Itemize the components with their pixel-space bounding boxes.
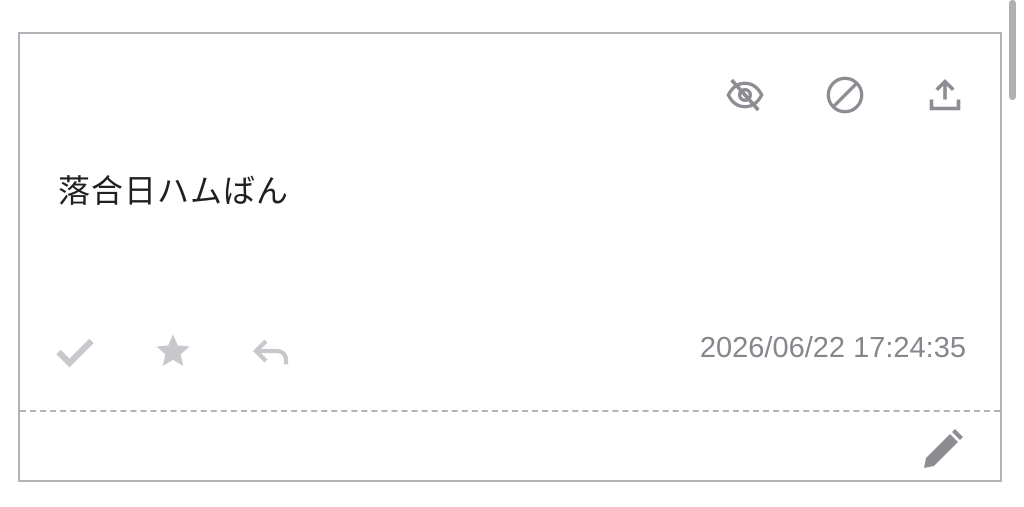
action-row	[54, 330, 292, 372]
favorite-button[interactable]	[152, 330, 194, 372]
scrollbar[interactable]	[1009, 0, 1016, 100]
edit-button[interactable]	[918, 426, 966, 474]
eye-off-icon	[725, 75, 765, 115]
note-card: 落合日ハムばん 2026/06/22 17:24:35	[18, 32, 1002, 482]
reply-button[interactable]	[250, 330, 292, 372]
star-icon	[153, 331, 193, 371]
note-title: 落合日ハムばん	[58, 172, 290, 210]
pencil-icon	[918, 429, 966, 478]
hide-button[interactable]	[724, 74, 766, 116]
check-button[interactable]	[54, 330, 96, 372]
card-toolbar	[724, 74, 966, 116]
reply-icon	[251, 331, 291, 371]
block-icon	[825, 75, 865, 115]
share-button[interactable]	[924, 74, 966, 116]
dashed-divider	[20, 410, 1000, 412]
check-icon	[53, 329, 97, 373]
block-button[interactable]	[824, 74, 866, 116]
upload-icon	[927, 77, 963, 113]
timestamp: 2026/06/22 17:24:35	[699, 332, 966, 364]
